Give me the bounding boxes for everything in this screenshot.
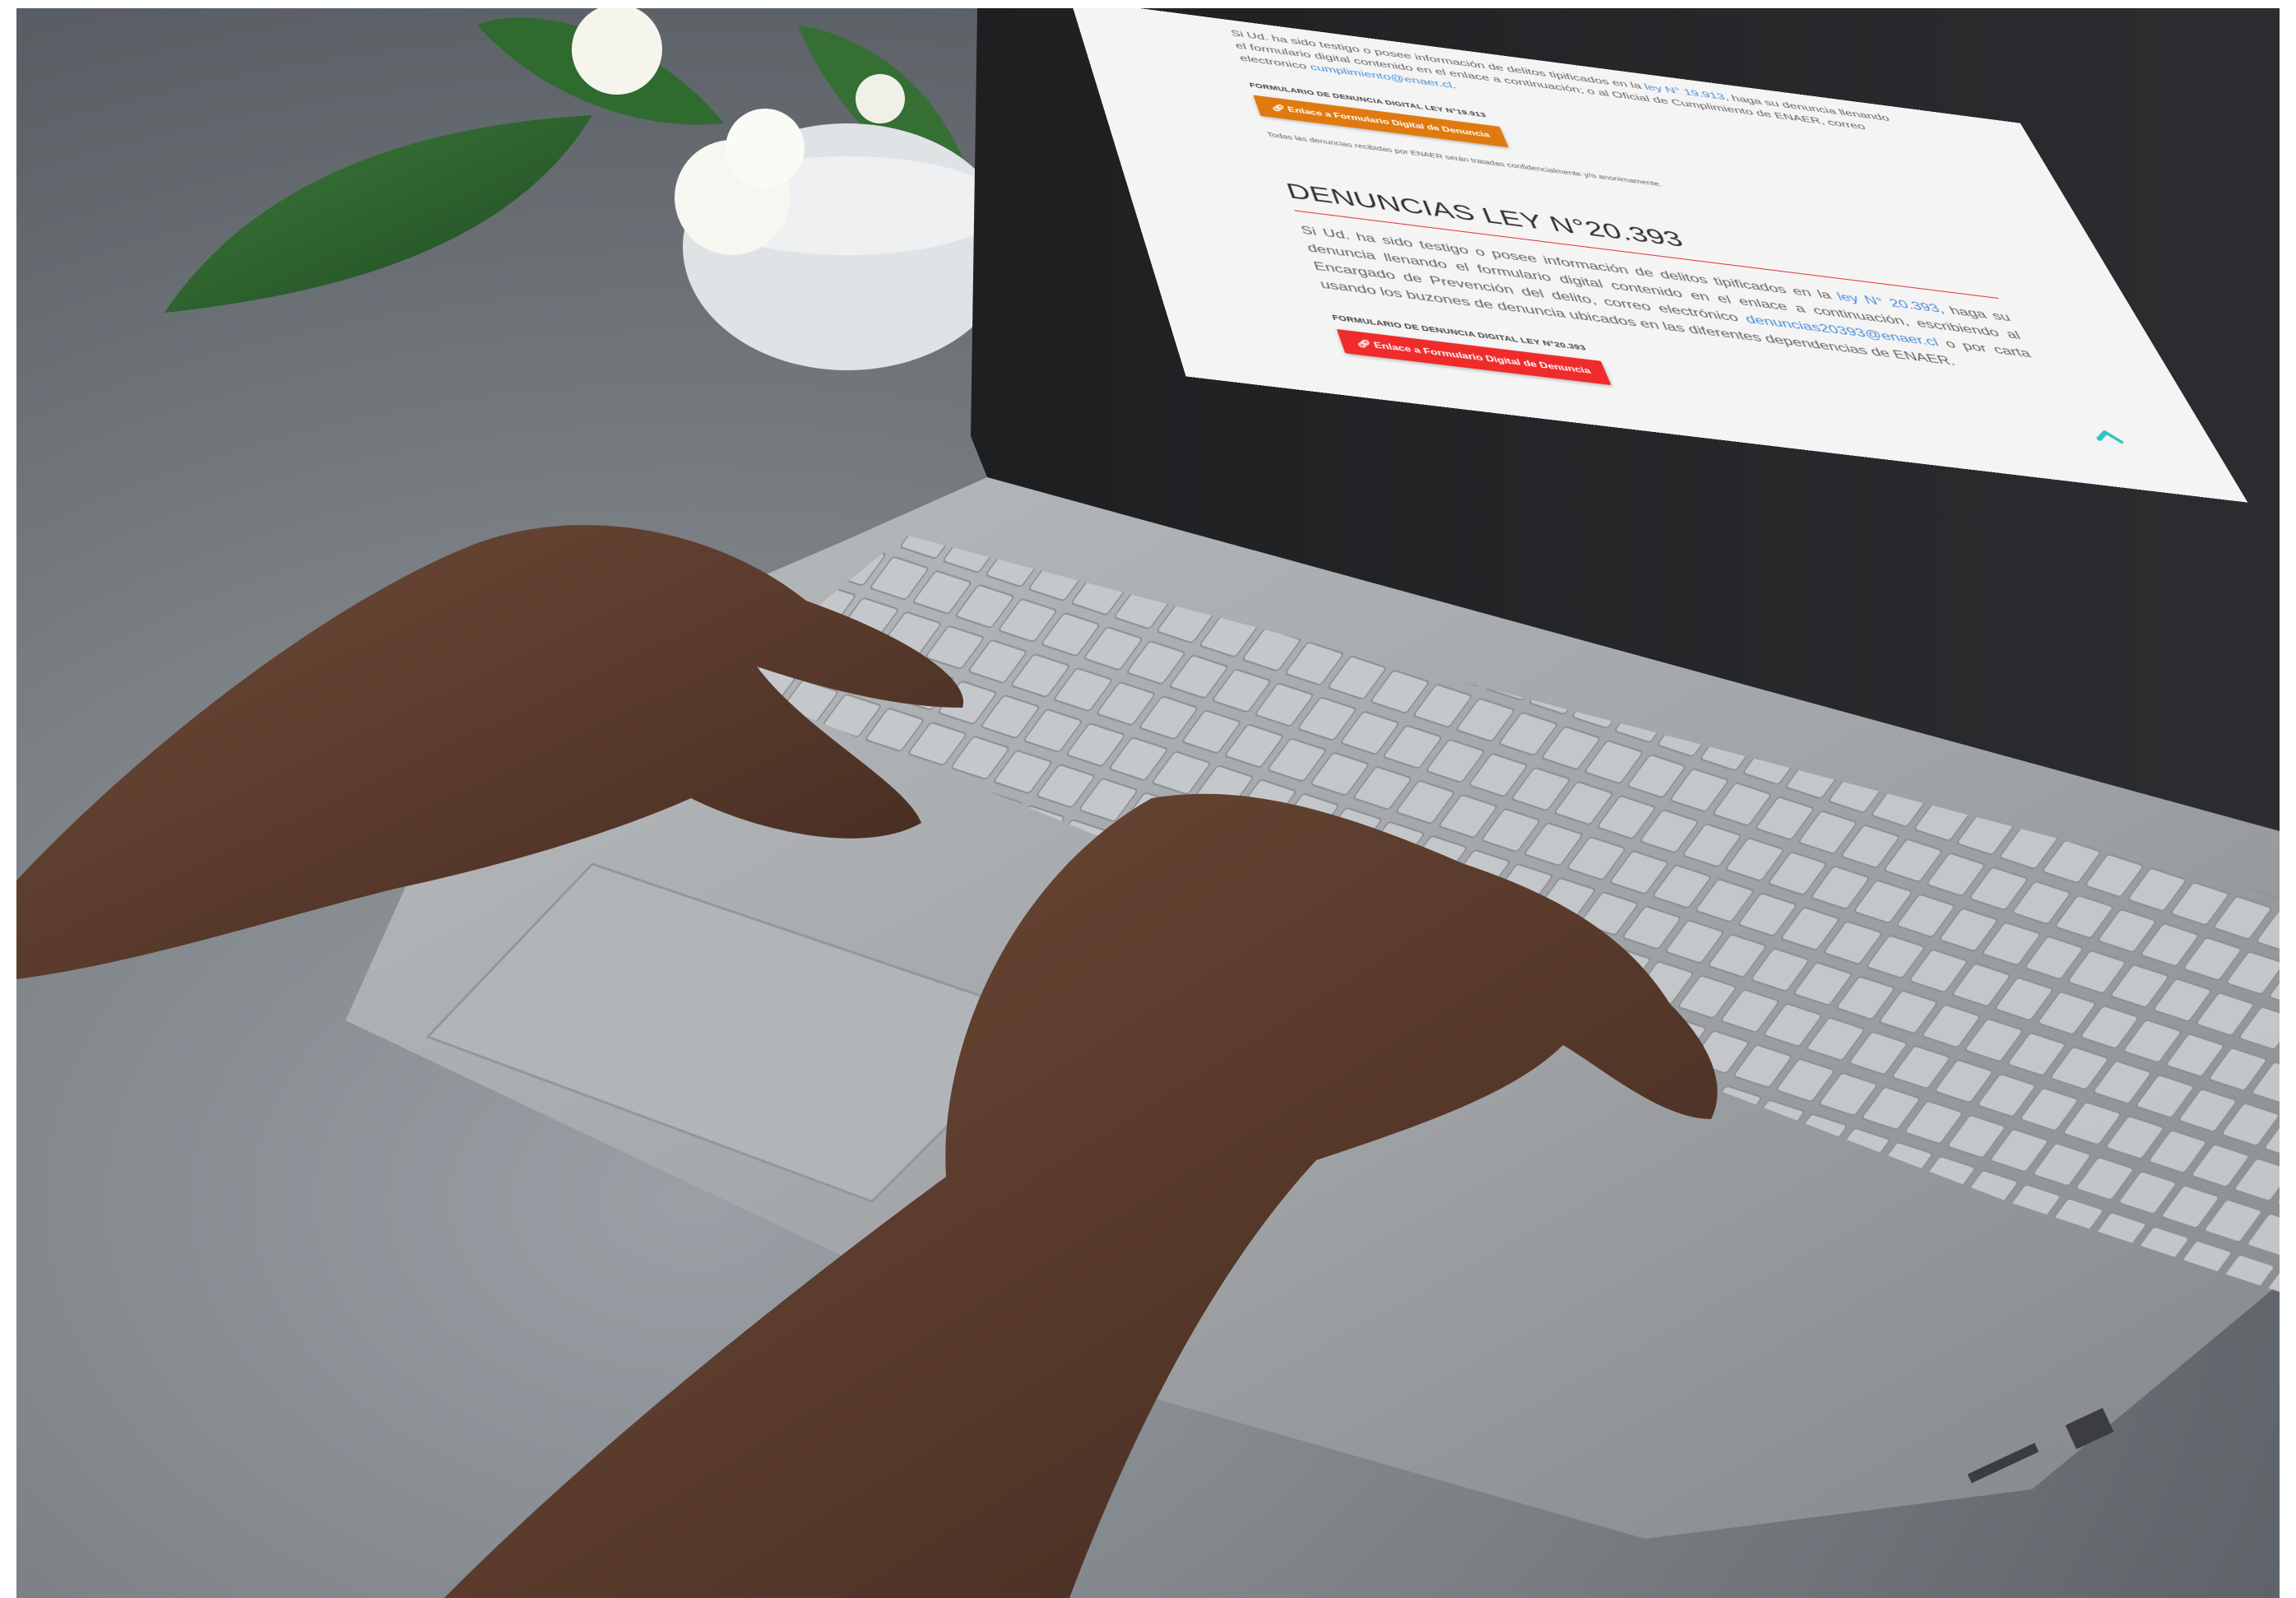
denuncia-20393-button[interactable]: 🔗︎ Enlace a Formulario Digital de Denunc…: [1337, 329, 1612, 385]
chevron-up-icon[interactable]: [2090, 426, 2125, 444]
photo: Si Ud. ha sido testigo o posee informaci…: [16, 8, 2280, 1598]
